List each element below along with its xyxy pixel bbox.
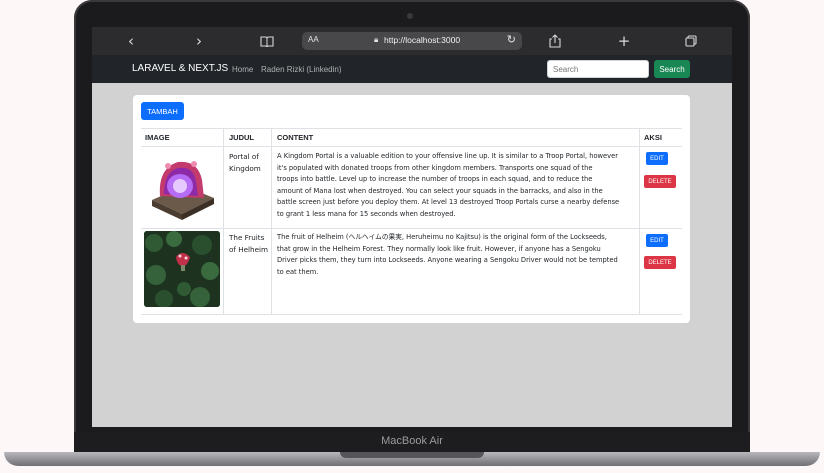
column-header-content: CONTENT (277, 133, 314, 142)
laptop-notch (340, 452, 484, 458)
column-header-image: IMAGE (145, 133, 170, 142)
lock-icon: 🔒︎ (374, 35, 379, 44)
browser-screen: ‹ › AA 🔒︎ http://localhost:3000 ↻ + LARA… (92, 27, 732, 427)
browser-toolbar: ‹ › AA 🔒︎ http://localhost:3000 ↻ + (92, 27, 732, 55)
tabs-icon[interactable] (680, 31, 702, 51)
delete-button[interactable]: DELETE (644, 175, 676, 188)
share-icon[interactable] (544, 31, 566, 51)
url-text[interactable]: http://localhost:3000 (384, 35, 460, 45)
laptop-chin: MacBook Air (74, 432, 750, 454)
data-table: IMAGE JUDUL CONTENT AKSI Portal of Kingd… (141, 128, 682, 315)
edit-button[interactable]: EDIT (646, 152, 668, 165)
text-size-button[interactable]: AA (308, 35, 319, 44)
search-input[interactable] (547, 60, 649, 78)
nav-link-home[interactable]: Home (232, 65, 253, 74)
content-card: TAMBAH IMAGE JUDUL CONTENT AKSI Portal o… (133, 95, 690, 323)
edit-button[interactable]: EDIT (646, 234, 668, 247)
forward-icon[interactable]: › (188, 31, 210, 51)
back-icon[interactable]: ‹ (120, 31, 142, 51)
row-content: A Kingdom Portal is a valuable edition t… (277, 152, 620, 218)
row-title: Portal of Kingdom (229, 152, 261, 173)
portal-thumbnail (144, 150, 220, 226)
book-icon[interactable] (256, 31, 278, 51)
camera-icon (407, 13, 413, 19)
row-content: The fruit of Helheim (ヘルヘイムの果実, Heruheim… (277, 233, 618, 276)
delete-button[interactable]: DELETE (644, 256, 676, 269)
app-navbar: LARAVEL & NEXT.JS Home Raden Rizki (Link… (92, 55, 732, 83)
address-bar[interactable]: AA 🔒︎ http://localhost:3000 ↻ (302, 32, 522, 50)
helheim-fruit-thumbnail (144, 231, 220, 307)
column-header-judul: JUDUL (229, 133, 255, 142)
nav-link-linkedin[interactable]: Raden Rizki (Linkedin) (261, 65, 341, 74)
row-title: The Fruits of Helheim (229, 233, 269, 254)
search-button[interactable]: Search (654, 60, 690, 78)
reload-icon[interactable]: ↻ (507, 33, 516, 46)
add-button[interactable]: TAMBAH (141, 102, 184, 120)
plus-icon[interactable]: + (613, 31, 635, 51)
navbar-brand[interactable]: LARAVEL & NEXT.JS (132, 63, 228, 74)
column-header-aksi: AKSI (644, 133, 662, 142)
device-label: MacBook Air (381, 435, 443, 447)
